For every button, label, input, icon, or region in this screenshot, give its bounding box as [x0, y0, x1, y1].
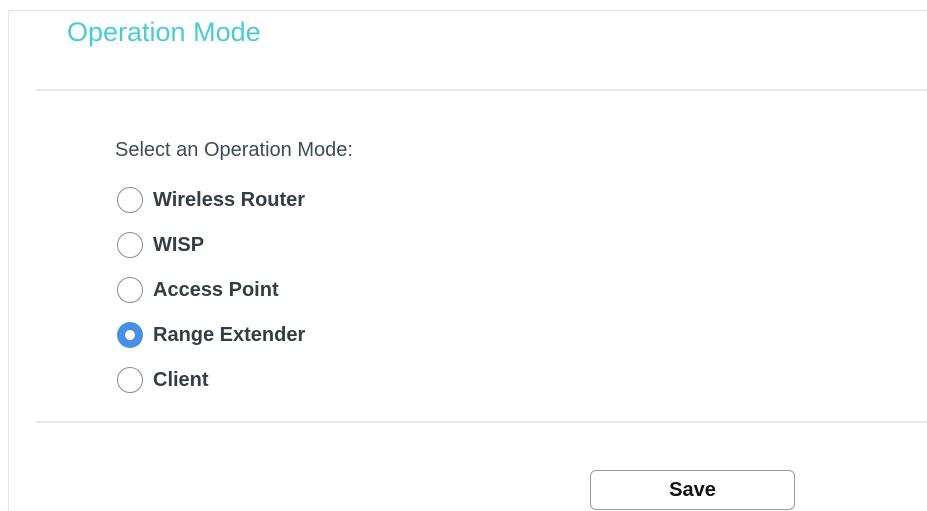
operation-mode-label: Select an Operation Mode:: [115, 139, 353, 161]
panel-top-border: [8, 10, 927, 11]
operation-mode-page: Operation Mode Select an Operation Mode:…: [0, 0, 927, 511]
radio-option-access-point[interactable]: Access Point: [117, 267, 305, 312]
radio-button-icon[interactable]: [117, 186, 143, 213]
radio-button-icon[interactable]: [117, 276, 143, 303]
operation-mode-radio-group: Wireless Router WISP Access Point Range …: [117, 177, 305, 402]
footer-divider: [36, 421, 927, 423]
radio-option-label[interactable]: Client: [153, 368, 209, 392]
page-title: Operation Mode: [67, 17, 261, 47]
radio-option-wisp[interactable]: WISP: [117, 222, 305, 267]
radio-option-client[interactable]: Client: [117, 357, 305, 402]
radio-option-label[interactable]: WISP: [153, 233, 204, 257]
radio-option-range-extender[interactable]: Range Extender: [117, 312, 305, 357]
radio-option-label[interactable]: Range Extender: [153, 323, 305, 347]
radio-button-icon[interactable]: [117, 366, 143, 393]
radio-button-icon[interactable]: [117, 231, 143, 258]
header-divider: [36, 89, 927, 91]
radio-button-selected-icon[interactable]: [117, 321, 143, 348]
radio-option-label[interactable]: Access Point: [153, 278, 279, 302]
radio-option-wireless-router[interactable]: Wireless Router: [117, 177, 305, 222]
radio-option-label[interactable]: Wireless Router: [153, 188, 305, 212]
panel-left-border: [8, 10, 9, 511]
save-button[interactable]: Save: [590, 470, 795, 510]
